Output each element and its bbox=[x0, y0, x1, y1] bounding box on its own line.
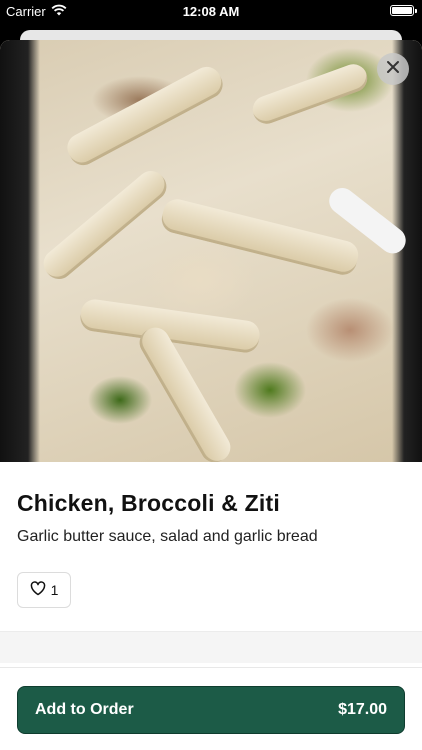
battery-icon bbox=[390, 5, 417, 16]
close-icon bbox=[386, 60, 400, 79]
section-divider bbox=[0, 631, 422, 663]
item-title: Chicken, Broccoli & Ziti bbox=[17, 490, 280, 516]
like-button[interactable]: 1 bbox=[17, 572, 71, 608]
item-detail-sheet: Chicken, Broccoli & Ziti Garlic butter s… bbox=[0, 40, 422, 750]
item-description: Garlic butter sauce, salad and garlic br… bbox=[17, 528, 318, 545]
status-time: 12:08 AM bbox=[182, 4, 240, 19]
add-to-order-label: Add to Order bbox=[35, 701, 134, 718]
like-count: 1 bbox=[50, 582, 59, 598]
order-footer: Add to Order $17.00 bbox=[0, 667, 422, 750]
close-button[interactable] bbox=[377, 53, 409, 85]
status-bar: Carrier 12:08 AM bbox=[0, 0, 422, 22]
add-to-order-button[interactable]: Add to Order $17.00 bbox=[17, 686, 405, 734]
item-photo bbox=[0, 40, 422, 462]
item-details: Chicken, Broccoli & Ziti Garlic butter s… bbox=[0, 462, 422, 608]
item-price: $17.00 bbox=[338, 701, 387, 718]
heart-icon bbox=[30, 581, 46, 599]
